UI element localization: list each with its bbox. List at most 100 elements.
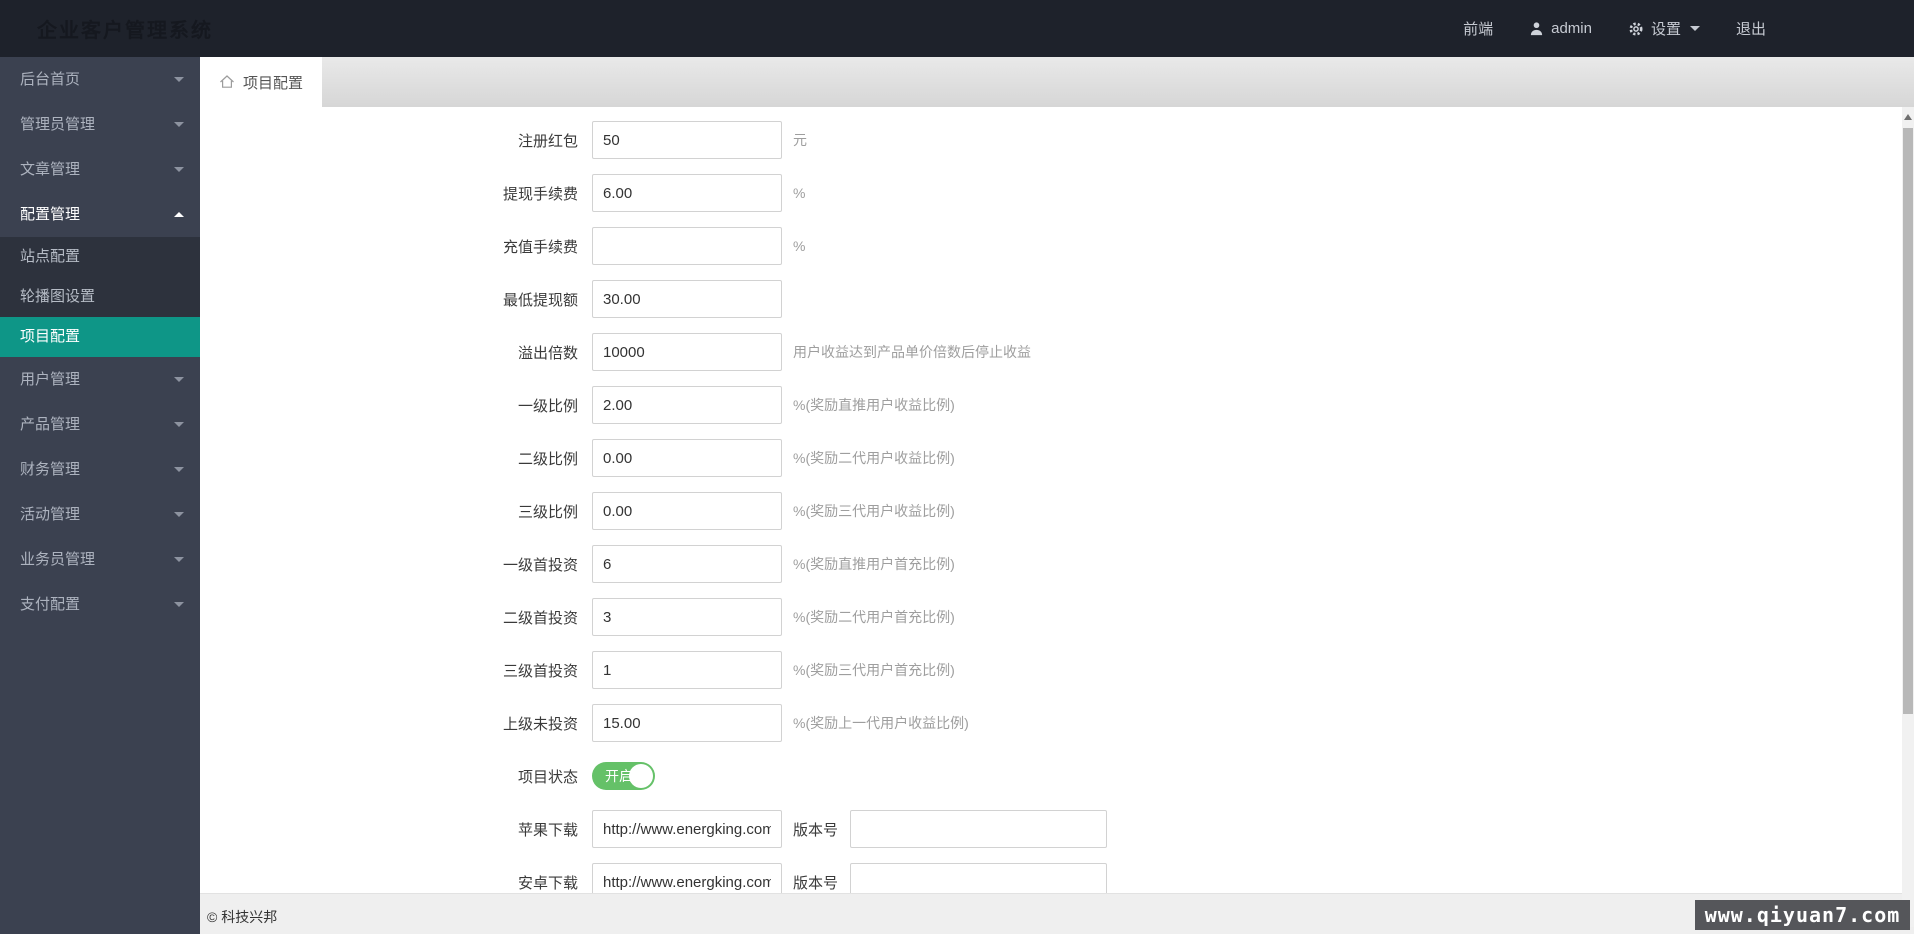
form-row-download: 安卓下载 版本号 — [200, 863, 1914, 893]
sidebar-item-label: 后台首页 — [20, 71, 80, 88]
field-label: 注册红包 — [200, 130, 592, 151]
topbar: 企业客户管理系统 前端 admin 设置 退出 — [0, 0, 1914, 57]
sidebar-item-activity-mgmt[interactable]: 活动管理 — [0, 492, 200, 537]
form-row: 三级首投资 %(奖励三代用户首充比例) — [200, 651, 1914, 689]
sidebar-item-label: 支付配置 — [20, 596, 80, 613]
submenu-item-site-config[interactable]: 站点配置 — [0, 237, 200, 277]
chevron-down-icon — [174, 467, 184, 472]
sidebar-item-label: 配置管理 — [20, 206, 80, 223]
topbar-nav: 前端 admin 设置 退出 — [1463, 18, 1914, 39]
frontend-link-label: 前端 — [1463, 18, 1493, 39]
form-row: 一级比例 %(奖励直推用户收益比例) — [200, 386, 1914, 424]
sidebar-item-payment-config[interactable]: 支付配置 — [0, 582, 200, 627]
chevron-down-icon — [174, 377, 184, 382]
submenu-item-label: 轮播图设置 — [20, 288, 95, 305]
form-row: 上级未投资 %(奖励上一代用户收益比例) — [200, 704, 1914, 742]
field-label: 一级首投资 — [200, 554, 592, 575]
field-label: 项目状态 — [200, 766, 592, 787]
app-logo: 企业客户管理系统 — [37, 14, 213, 43]
android-download-url-input[interactable] — [592, 863, 782, 893]
field-hint: %(奖励二代用户首充比例) — [793, 607, 955, 627]
tab-project-config[interactable]: 项目配置 — [200, 57, 322, 107]
submenu-item-project-config[interactable]: 项目配置 — [0, 317, 200, 357]
logout-link[interactable]: 退出 — [1736, 18, 1766, 39]
android-version-input[interactable] — [850, 863, 1107, 893]
field-label: 二级比例 — [200, 448, 592, 469]
field-label: 上级未投资 — [200, 713, 592, 734]
footer: © 科技兴邦 — [200, 893, 1914, 934]
form-row: 一级首投资 %(奖励直推用户首充比例) — [200, 545, 1914, 583]
sidebar-item-article-mgmt[interactable]: 文章管理 — [0, 147, 200, 192]
tabbar: 项目配置 — [200, 57, 1914, 107]
sidebar-item-home[interactable]: 后台首页 — [0, 57, 200, 102]
submenu-item-label: 站点配置 — [20, 248, 80, 265]
field-suffix: 元 — [793, 130, 807, 150]
field-label: 安卓下载 — [200, 872, 592, 893]
ios-version-input[interactable] — [850, 810, 1107, 848]
tab-label: 项目配置 — [243, 72, 303, 93]
level2-first-invest-input[interactable] — [592, 598, 782, 636]
sidebar: 后台首页 管理员管理 文章管理 配置管理 站点配置 轮播图设置 项目配置 用户管… — [0, 57, 200, 934]
form-row-download: 苹果下载 版本号 — [200, 810, 1914, 848]
project-status-toggle[interactable]: 开启 — [592, 762, 655, 790]
sidebar-item-salesman-mgmt[interactable]: 业务员管理 — [0, 537, 200, 582]
sidebar-item-label: 产品管理 — [20, 416, 80, 433]
level1-ratio-input[interactable] — [592, 386, 782, 424]
settings-label: 设置 — [1651, 18, 1681, 39]
chevron-down-icon — [174, 167, 184, 172]
field-suffix: % — [793, 238, 805, 254]
sidebar-item-label: 文章管理 — [20, 161, 80, 178]
min-withdraw-input[interactable] — [592, 280, 782, 318]
sidebar-item-label: 活动管理 — [20, 506, 80, 523]
user-menu[interactable]: admin — [1529, 20, 1592, 37]
sidebar-item-admin-mgmt[interactable]: 管理员管理 — [0, 102, 200, 147]
sidebar-item-label: 管理员管理 — [20, 116, 95, 133]
chevron-down-icon — [174, 512, 184, 517]
field-label: 提现手续费 — [200, 183, 592, 204]
field-suffix: % — [793, 185, 805, 201]
gear-icon — [1628, 21, 1644, 37]
scrollbar-up-arrow-icon[interactable] — [1904, 114, 1912, 120]
form-row: 溢出倍数 用户收益达到产品单价倍数后停止收益 — [200, 333, 1914, 371]
vertical-scrollbar[interactable] — [1902, 107, 1914, 927]
username-label: admin — [1551, 20, 1592, 37]
chevron-down-icon — [174, 557, 184, 562]
form-row: 注册红包 元 — [200, 121, 1914, 159]
overflow-multiple-input[interactable] — [592, 333, 782, 371]
level3-first-invest-input[interactable] — [592, 651, 782, 689]
recharge-fee-input[interactable] — [592, 227, 782, 265]
field-label: 苹果下载 — [200, 819, 592, 840]
sidebar-item-finance-mgmt[interactable]: 财务管理 — [0, 447, 200, 492]
form-row: 三级比例 %(奖励三代用户收益比例) — [200, 492, 1914, 530]
form-row-status: 项目状态 开启 — [200, 757, 1914, 795]
register-redpacket-input[interactable] — [592, 121, 782, 159]
settings-menu[interactable]: 设置 — [1628, 18, 1700, 39]
level1-first-invest-input[interactable] — [592, 545, 782, 583]
chevron-down-icon — [174, 602, 184, 607]
frontend-link[interactable]: 前端 — [1463, 18, 1493, 39]
sidebar-item-product-mgmt[interactable]: 产品管理 — [0, 402, 200, 447]
scrollbar-thumb[interactable] — [1903, 128, 1913, 714]
form-row: 二级首投资 %(奖励二代用户首充比例) — [200, 598, 1914, 636]
field-hint: %(奖励三代用户首充比例) — [793, 660, 955, 680]
form-row: 提现手续费 % — [200, 174, 1914, 212]
field-hint: %(奖励直推用户首充比例) — [793, 554, 955, 574]
level3-ratio-input[interactable] — [592, 492, 782, 530]
toggle-knob — [629, 764, 653, 788]
field-hint: %(奖励上一代用户收益比例) — [793, 713, 969, 733]
project-config-form: 注册红包 元 提现手续费 % 充值手续费 % 最低提现额 溢出倍数 用户收益达到… — [200, 107, 1914, 893]
field-label: 最低提现额 — [200, 289, 592, 310]
sidebar-item-config-mgmt[interactable]: 配置管理 — [0, 192, 200, 237]
chevron-up-icon — [174, 212, 184, 217]
sidebar-item-user-mgmt[interactable]: 用户管理 — [0, 357, 200, 402]
copyright-text: © 科技兴邦 — [200, 894, 1914, 927]
submenu-item-carousel-config[interactable]: 轮播图设置 — [0, 277, 200, 317]
field-hint: %(奖励二代用户收益比例) — [793, 448, 955, 468]
form-row: 二级比例 %(奖励二代用户收益比例) — [200, 439, 1914, 477]
withdraw-fee-input[interactable] — [592, 174, 782, 212]
parent-no-invest-input[interactable] — [592, 704, 782, 742]
level2-ratio-input[interactable] — [592, 439, 782, 477]
ios-download-url-input[interactable] — [592, 810, 782, 848]
sidebar-item-label: 业务员管理 — [20, 551, 95, 568]
watermark-text: www.qiyuan7.com — [1705, 903, 1901, 927]
